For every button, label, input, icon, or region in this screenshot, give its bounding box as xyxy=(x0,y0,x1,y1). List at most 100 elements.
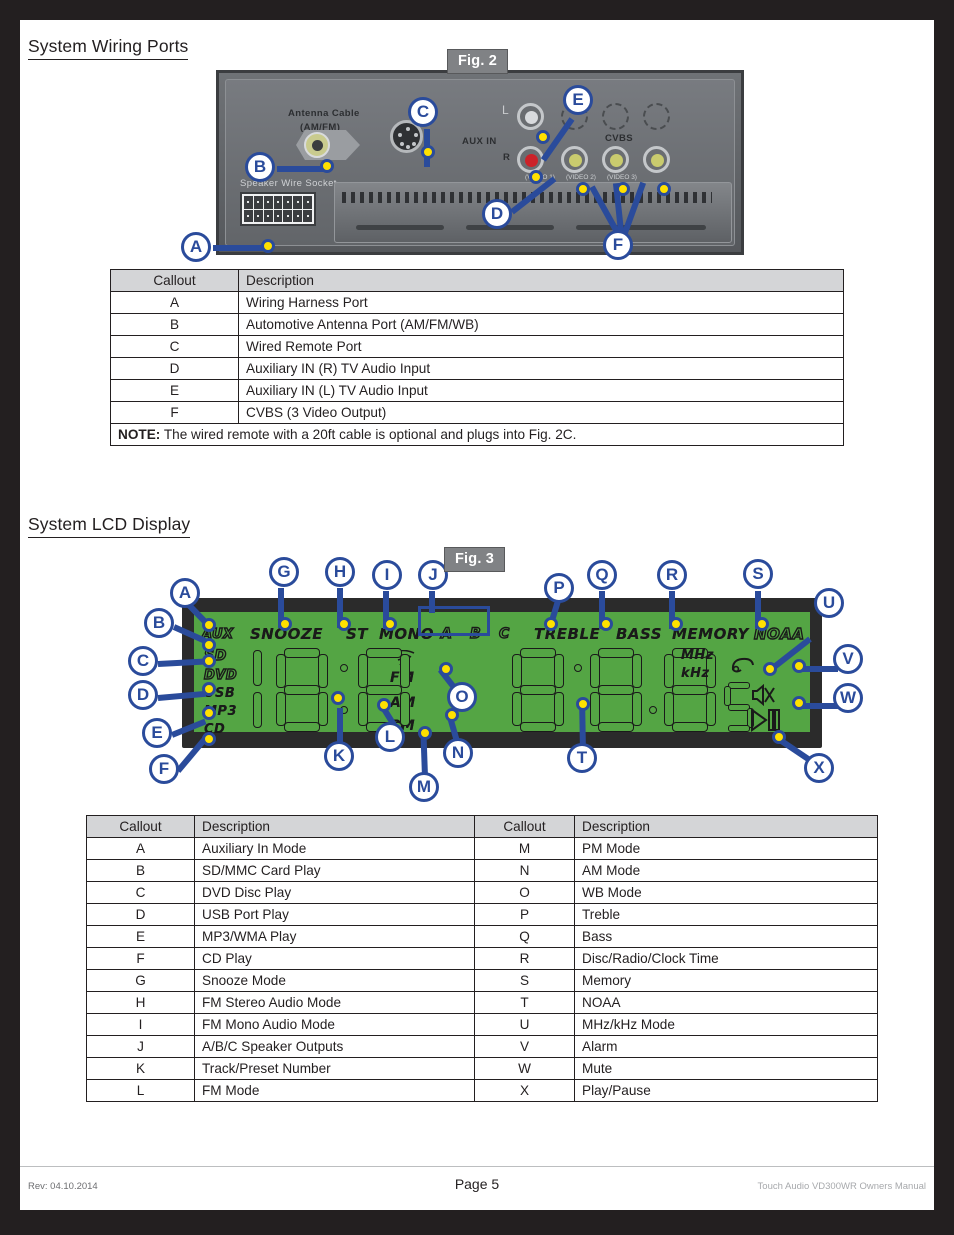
table2-callout-left: G xyxy=(86,969,195,992)
dot-lcd-m xyxy=(418,726,432,740)
cvbs-video1-jack xyxy=(561,146,588,173)
callout-q-fig3[interactable]: Q xyxy=(587,560,617,590)
callout-l-fig3[interactable]: L xyxy=(375,722,405,752)
section-heading-wiring-ports: System Wiring Ports xyxy=(28,36,189,60)
table1-description: Auxiliary IN (R) TV Audio Input xyxy=(238,357,844,380)
callout-t-fig3[interactable]: S xyxy=(743,559,773,589)
table2-header-callout-right: Callout xyxy=(474,815,575,838)
dot-lcd-w xyxy=(792,696,806,710)
callout-f-fig3[interactable]: F xyxy=(149,754,179,784)
dot-d xyxy=(529,170,543,184)
table-row: E Auxiliary IN (L) TV Audio Input xyxy=(110,379,844,402)
dot-lcd-v xyxy=(792,659,806,673)
table2-callout-right: O xyxy=(474,881,575,904)
callout-d-fig3[interactable]: D xyxy=(128,680,158,710)
ghost-jack-2 xyxy=(602,103,629,130)
table-row: D USB Port Play P Treble xyxy=(86,903,878,926)
table2-description-right: PM Mode xyxy=(574,837,878,860)
table2-header-callout-left: Callout xyxy=(86,815,195,838)
lcd-label-dvd: DVD xyxy=(203,667,238,683)
lcd-label-mhz: MHz xyxy=(681,648,714,663)
dot-lcd-i xyxy=(383,617,397,631)
antenna-hole xyxy=(312,140,323,151)
callout-u-fig3[interactable]: U xyxy=(814,588,844,618)
dot-lcd-a xyxy=(202,618,216,632)
callout-d-fig2[interactable]: D xyxy=(482,199,512,229)
dot-lcd-f xyxy=(202,732,216,746)
dot-lcd-x xyxy=(772,730,786,744)
lcd-label-treble: TREBLE xyxy=(534,625,601,643)
callout-o-fig3[interactable]: O xyxy=(447,682,477,712)
speaker-abc-highlight-box xyxy=(418,606,490,636)
table1-description: Wired Remote Port xyxy=(238,335,844,358)
video2-label: (VIDEO 2) xyxy=(566,174,596,181)
dot-lcd-u xyxy=(763,662,777,676)
table2-callout-right: W xyxy=(474,1057,575,1080)
table2-callout-right: N xyxy=(474,859,575,882)
callout-r-fig3[interactable]: T xyxy=(567,743,597,773)
callout-n-fig3[interactable]: N xyxy=(443,738,473,768)
table2-callout-left: D xyxy=(86,903,195,926)
table-row: L FM Mode X Play/Pause xyxy=(86,1079,878,1102)
table2-callout-left: F xyxy=(86,947,195,970)
table2-description-left: MP3/WMA Play xyxy=(194,925,475,948)
table1-note-text: The wired remote with a 20ft cable is op… xyxy=(160,427,577,442)
table-header-row: Callout Description Callout Description xyxy=(86,815,878,838)
callout-f-fig2[interactable]: F xyxy=(603,230,633,260)
callout-m-fig3[interactable]: M xyxy=(409,772,439,802)
section-heading-wiring-ports-text: System Wiring Ports xyxy=(28,36,189,60)
table2-description-left: Track/Preset Number xyxy=(194,1057,475,1080)
aux-in-left-jack xyxy=(517,103,544,130)
callout-v-fig3[interactable]: V xyxy=(833,644,863,674)
table1-note-label: NOTE: xyxy=(118,427,161,442)
callout-g-fig3[interactable]: G xyxy=(269,557,299,587)
table2-callout-left: L xyxy=(86,1079,195,1102)
table2-description-right: AM Mode xyxy=(574,859,878,882)
callout-s-fig3[interactable]: R xyxy=(657,560,687,590)
table-row: C Wired Remote Port xyxy=(110,335,844,358)
callout-c-fig3[interactable]: C xyxy=(128,646,158,676)
table-row: H FM Stereo Audio Mode T NOAA xyxy=(86,991,878,1014)
table-row: J A/B/C Speaker Outputs V Alarm xyxy=(86,1035,878,1058)
callout-p-fig3[interactable]: P xyxy=(544,573,574,603)
callout-c-fig2[interactable]: C xyxy=(408,97,438,127)
callout-a-fig3[interactable]: A xyxy=(170,578,200,608)
table1-callout: F xyxy=(110,401,239,424)
table2-description-left: Auxiliary In Mode xyxy=(194,837,475,860)
table2-description-right: NOAA xyxy=(574,991,878,1014)
lcd-label-khz: kHz xyxy=(681,666,710,681)
table2-callout-right: S xyxy=(474,969,575,992)
table2-description-left: SD/MMC Card Play xyxy=(194,859,475,882)
callout-h-fig3[interactable]: H xyxy=(325,557,355,587)
callout-i-fig3[interactable]: I xyxy=(372,560,402,590)
aux-right-label: R xyxy=(503,152,511,163)
callout-x-fig3[interactable]: X xyxy=(804,753,834,783)
table-row: A Auxiliary In Mode M PM Mode xyxy=(86,837,878,860)
page-footer: Rev: 04.10.2014 Page 5 Touch Audio VD300… xyxy=(20,1166,934,1210)
table2-description-left: Snooze Mode xyxy=(194,969,475,992)
table1-callout: C xyxy=(110,335,239,358)
callout-b-fig2[interactable]: B xyxy=(245,152,275,182)
speaker-wire-socket xyxy=(240,192,316,226)
dot-c xyxy=(421,145,435,159)
callout-w-fig3[interactable]: W xyxy=(833,683,863,713)
callout-e-fig3[interactable]: E xyxy=(142,718,172,748)
dot-lcd-h xyxy=(337,617,351,631)
table1-callout: B xyxy=(110,313,239,336)
callout-e-fig2[interactable]: E xyxy=(563,85,593,115)
panel-slot-3 xyxy=(576,225,706,230)
table1-description: Auxiliary IN (L) TV Audio Input xyxy=(238,379,844,402)
table-row: E MP3/WMA Play Q Bass xyxy=(86,925,878,948)
callout-k-fig3[interactable]: K xyxy=(324,741,354,771)
panel-slot-2 xyxy=(466,225,554,230)
table2-callout-left: B xyxy=(86,859,195,882)
callout-a-fig2[interactable]: A xyxy=(181,232,211,262)
mute-icon xyxy=(750,683,776,711)
callout-b-fig3[interactable]: B xyxy=(144,608,174,638)
table2-callout-right: R xyxy=(474,947,575,970)
dot-f3 xyxy=(657,182,671,196)
table2-callout-right: Q xyxy=(474,925,575,948)
dot-f1 xyxy=(576,182,590,196)
table2-callout-right: U xyxy=(474,1013,575,1036)
table-row: F CD Play R Disc/Radio/Clock Time xyxy=(86,947,878,970)
